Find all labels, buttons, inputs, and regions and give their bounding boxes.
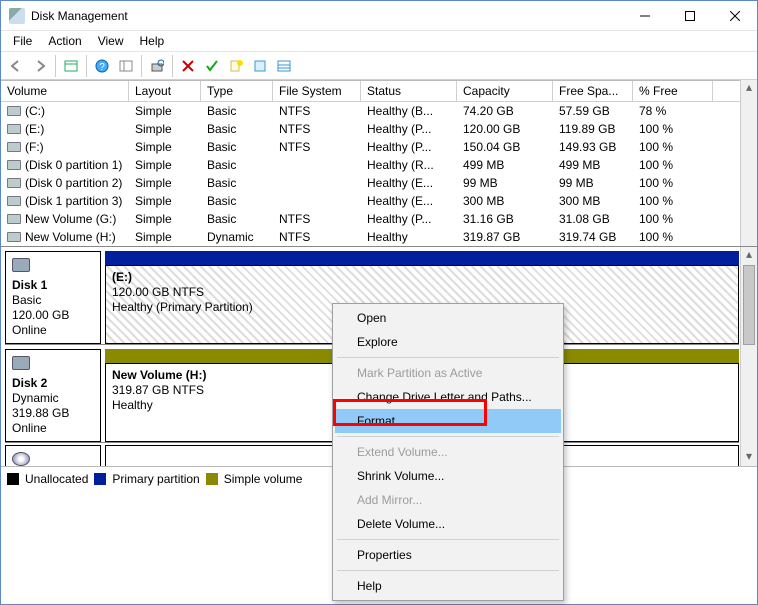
ctx-change-drive-letter[interactable]: Change Drive Letter and Paths... [335,385,561,409]
disk-view-scrollbar[interactable]: ▴ ▾ [740,247,757,466]
legend-simple: Simple volume [224,472,303,486]
ctx-shrink[interactable]: Shrink Volume... [335,464,561,488]
ctx-properties[interactable]: Properties [335,543,561,567]
table-row[interactable]: (Disk 0 partition 2)SimpleBasicHealthy (… [1,174,757,192]
back-button[interactable] [5,55,27,77]
legend-unallocated: Unallocated [25,472,88,486]
properties-button[interactable] [249,55,271,77]
forward-button[interactable] [29,55,51,77]
delete-button[interactable] [177,55,199,77]
menu-help[interactable]: Help [132,32,173,50]
titlebar: Disk Management [1,1,757,31]
settings-button[interactable] [115,55,137,77]
refresh-button[interactable] [146,55,168,77]
ctx-add-mirror: Add Mirror... [335,488,561,512]
ctx-extend: Extend Volume... [335,440,561,464]
drive-icon [7,124,21,134]
ctx-format[interactable]: Format... [335,409,561,433]
col-cap[interactable]: Capacity [457,81,553,101]
disk-label-1: Disk 1 Basic 120.00 GB Online [5,251,101,344]
col-layout[interactable]: Layout [129,81,201,101]
toolbar: ? [1,52,757,80]
table-row[interactable]: New Volume (H:)SimpleDynamicNTFSHealthy3… [1,228,757,246]
legend-primary: Primary partition [112,472,199,486]
disk-label-2: Disk 2 Dynamic 319.88 GB Online [5,349,101,442]
ctx-help[interactable]: Help [335,574,561,598]
context-menu: Open Explore Mark Partition as Active Ch… [332,303,564,601]
table-row[interactable]: (Disk 0 partition 1)SimpleBasicHealthy (… [1,156,757,174]
col-type[interactable]: Type [201,81,273,101]
close-button[interactable] [712,1,757,30]
col-fs[interactable]: File System [273,81,361,101]
cdrom-icon [12,452,30,466]
drive-icon [7,160,21,170]
table-row[interactable]: (Disk 1 partition 3)SimpleBasicHealthy (… [1,192,757,210]
svg-text:?: ? [99,62,105,73]
new-button[interactable] [225,55,247,77]
ctx-mark-active: Mark Partition as Active [335,361,561,385]
disk-label-cd: CD-ROM 0 DVD (D:) No Media [5,445,101,466]
menubar: File Action View Help [1,31,757,52]
col-status[interactable]: Status [361,81,457,101]
col-pct[interactable]: % Free [633,81,713,101]
ctx-explore[interactable]: Explore [335,330,561,354]
show-hide-tree-button[interactable] [60,55,82,77]
table-row[interactable]: (E:)SimpleBasicNTFSHealthy (P...120.00 G… [1,120,757,138]
list-view-button[interactable] [273,55,295,77]
window-title: Disk Management [31,9,622,23]
drive-icon [7,106,21,116]
app-icon [9,8,25,24]
col-free[interactable]: Free Spa... [553,81,633,101]
help-button[interactable]: ? [91,55,113,77]
maximize-button[interactable] [667,1,712,30]
table-row[interactable]: New Volume (G:)SimpleBasicNTFSHealthy (P… [1,210,757,228]
drive-icon [7,178,21,188]
table-row[interactable]: (C:)SimpleBasicNTFSHealthy (B...74.20 GB… [1,102,757,120]
disk-icon [12,356,30,370]
drive-icon [7,196,21,206]
ctx-delete[interactable]: Delete Volume... [335,512,561,536]
partition-bar [105,251,739,265]
volume-list-header: Volume Layout Type File System Status Ca… [1,81,757,102]
drive-icon [7,232,21,242]
menu-action[interactable]: Action [40,32,89,50]
drive-icon [7,214,21,224]
menu-file[interactable]: File [5,32,40,50]
ctx-open[interactable]: Open [335,306,561,330]
menu-view[interactable]: View [90,32,132,50]
check-button[interactable] [201,55,223,77]
disk-icon [12,258,30,272]
table-row[interactable]: (F:)SimpleBasicNTFSHealthy (P...150.04 G… [1,138,757,156]
volume-list: Volume Layout Type File System Status Ca… [1,80,757,246]
minimize-button[interactable] [622,1,667,30]
col-volume[interactable]: Volume [1,81,129,101]
drive-icon [7,142,21,152]
volume-list-scrollbar[interactable]: ▴ [740,80,757,246]
